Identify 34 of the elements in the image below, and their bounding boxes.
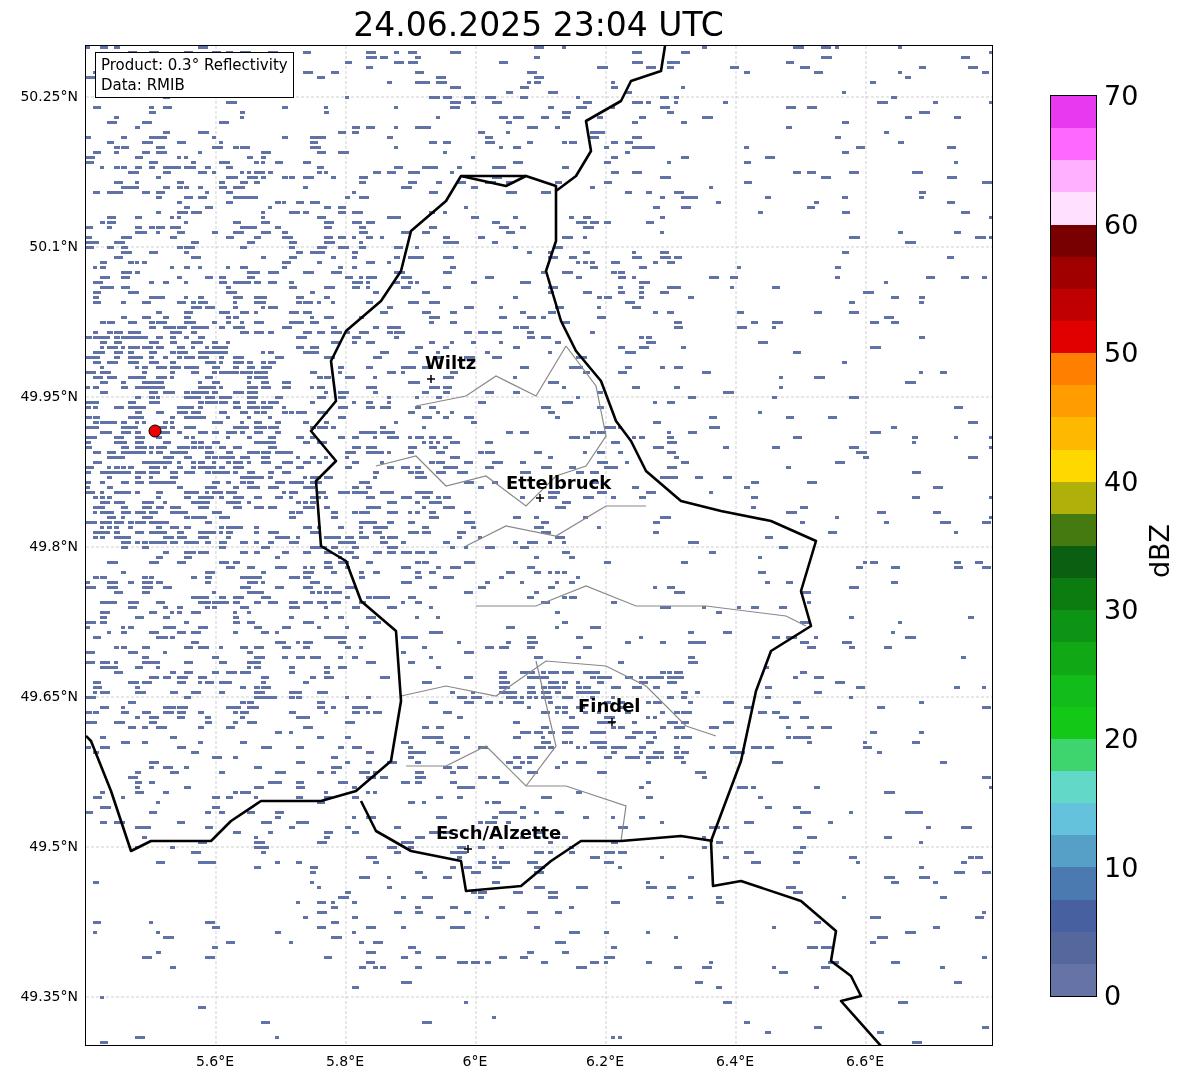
colorbar-tick-label: 70 xyxy=(1104,81,1139,111)
longitude-label: 5.6°E xyxy=(194,1053,236,1069)
longitude-label: 6.2°E xyxy=(584,1053,626,1069)
latitude-label: 49.65°N xyxy=(20,688,78,704)
latitude-label: 49.5°N xyxy=(29,838,78,854)
colorbar-tick-label: 60 xyxy=(1104,209,1139,240)
plus-marker-icon xyxy=(608,718,616,726)
latitude-label: 50.1°N xyxy=(29,238,78,254)
plus-marker-icon xyxy=(427,375,435,383)
colorbar-tick-label: 50 xyxy=(1104,338,1139,369)
colorbar-tick-label: 20 xyxy=(1104,724,1139,754)
latitude-label: 49.35°N xyxy=(20,988,78,1004)
city-label: Ettelbruck xyxy=(506,473,612,493)
city-label: Esch/Alzette xyxy=(436,823,562,843)
city-label: Findel xyxy=(578,696,641,716)
colorbar-tick-label: 30 xyxy=(1104,595,1139,626)
longitude-label: 6.4°E xyxy=(714,1053,756,1069)
radar-site-dot xyxy=(148,424,162,438)
legend-text: Product: 0.3° Reflectivity xyxy=(101,55,288,75)
colorbar-tick-label: 0 xyxy=(1104,981,1122,1012)
colorbar-tick-label: 10 xyxy=(1104,852,1139,883)
latitude-label: 49.8°N xyxy=(29,538,78,554)
plus-marker-icon xyxy=(464,845,472,853)
plus-marker-icon xyxy=(536,494,544,502)
chart-title: 24.06.2025 23:04 UTC xyxy=(352,4,725,46)
latitude-label: 49.95°N xyxy=(20,388,78,404)
colorbar-tick-label: 40 xyxy=(1104,466,1139,497)
longitude-label: 5.8°E xyxy=(324,1053,366,1069)
latitude-label: 50.25°N xyxy=(20,88,78,104)
legend-text: Data: RMIB xyxy=(101,75,186,95)
city-label: Wiltz xyxy=(425,353,477,373)
longitude-label: 6.6°E xyxy=(844,1053,886,1069)
longitude-label: 6°E xyxy=(461,1053,489,1069)
colorbar-label: dBZ xyxy=(1145,522,1175,581)
